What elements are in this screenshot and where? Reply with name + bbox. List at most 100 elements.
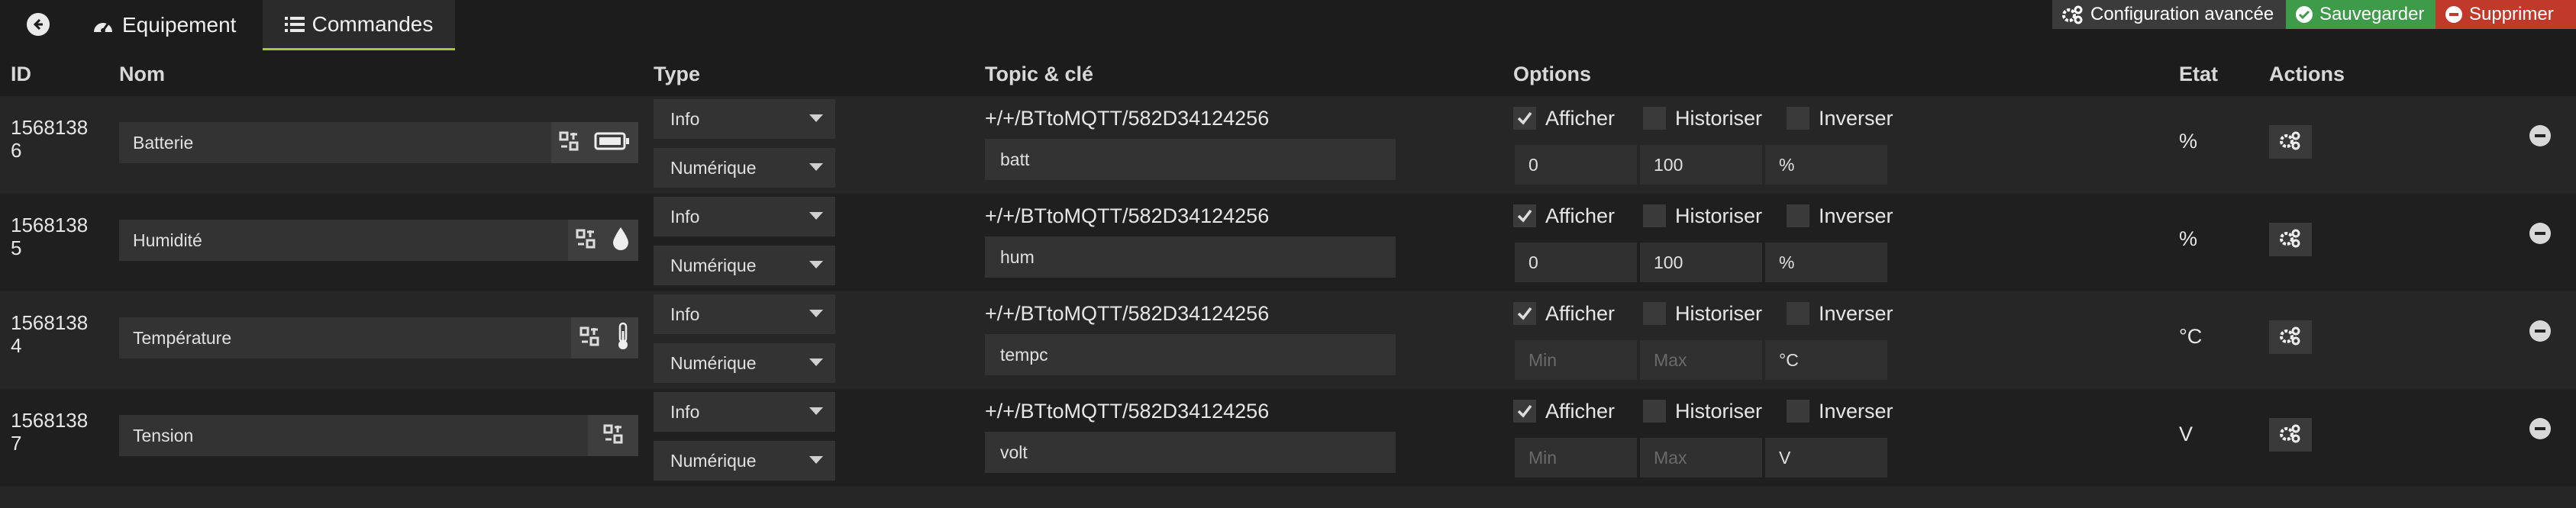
max-input[interactable]: 100 (1640, 145, 1762, 185)
checkbox-empty-icon[interactable] (1787, 107, 1809, 130)
subtype-select[interactable]: Numérique (654, 441, 835, 481)
battery-icon[interactable] (594, 131, 631, 155)
top-bar: Equipement Commandes Configuration avanc… (0, 0, 2576, 50)
option-historiser-label: Historiser (1675, 106, 1763, 130)
command-name-input[interactable]: Tension (119, 415, 588, 456)
max-input[interactable]: Max (1640, 340, 1762, 380)
caret-down-icon (809, 114, 823, 122)
generic-cmd-icon[interactable] (579, 326, 599, 350)
key-input[interactable]: tempc (985, 334, 1396, 375)
option-afficher[interactable]: Afficher (1513, 398, 1615, 424)
checkbox-checked-icon[interactable] (1513, 107, 1536, 130)
command-name-input[interactable]: Température (119, 317, 571, 358)
checkbox-checked-icon[interactable] (1513, 400, 1536, 423)
checkbox-empty-icon[interactable] (1643, 400, 1666, 423)
key-input[interactable]: hum (985, 236, 1396, 278)
type-select[interactable]: Info (654, 197, 835, 236)
command-name-input[interactable]: Batterie (119, 122, 551, 163)
subtype-select-value: Numérique (670, 352, 757, 373)
checkbox-checked-icon[interactable] (1513, 302, 1536, 325)
save-button[interactable]: Sauvegarder (2286, 0, 2436, 29)
remove-command-icon[interactable] (2529, 418, 2551, 439)
subtype-select[interactable]: Numérique (654, 246, 835, 285)
tab-equipement-label: Equipement (122, 13, 237, 37)
caret-down-icon (809, 456, 823, 464)
option-historiser[interactable]: Historiser (1643, 203, 1762, 229)
option-inverser-label: Inverser (1819, 106, 1893, 130)
key-input[interactable]: volt (985, 432, 1396, 473)
configure-command-button[interactable] (2269, 418, 2312, 452)
option-inverser[interactable]: Inverser (1787, 301, 1893, 326)
type-select-value: Info (670, 206, 700, 227)
back-button[interactable] (11, 5, 66, 44)
unit-input[interactable]: °C (1765, 340, 1887, 380)
configure-command-button[interactable] (2269, 125, 2312, 159)
option-historiser[interactable]: Historiser (1643, 301, 1762, 326)
option-historiser[interactable]: Historiser (1643, 105, 1762, 131)
type-select[interactable]: Info (654, 99, 835, 139)
option-afficher[interactable]: Afficher (1513, 203, 1615, 229)
option-afficher[interactable]: Afficher (1513, 105, 1615, 131)
tab-commandes[interactable]: Commandes (263, 0, 455, 50)
min-input[interactable]: 0 (1515, 243, 1637, 282)
caret-down-icon (809, 163, 823, 171)
row-id-line1: 1568138 (11, 311, 89, 334)
configure-command-button[interactable] (2269, 223, 2312, 256)
water-drop-icon[interactable] (611, 226, 631, 256)
checkbox-empty-icon[interactable] (1643, 204, 1666, 227)
command-name-input[interactable]: Humidité (119, 220, 568, 261)
option-inverser-label: Inverser (1819, 204, 1893, 227)
unit-input[interactable]: V (1765, 438, 1887, 477)
generic-cmd-icon[interactable] (576, 229, 596, 252)
option-afficher[interactable]: Afficher (1513, 301, 1615, 326)
subtype-select[interactable]: Numérique (654, 343, 835, 383)
row-id-line1: 1568138 (11, 409, 89, 432)
option-inverser[interactable]: Inverser (1787, 398, 1893, 424)
thermometer-icon[interactable] (615, 322, 631, 355)
option-inverser-label: Inverser (1819, 399, 1893, 423)
type-select-value: Info (670, 401, 700, 422)
key-input[interactable]: batt (985, 139, 1396, 180)
unit-input[interactable]: % (1765, 145, 1887, 185)
save-label: Sauvegarder (2319, 4, 2425, 24)
option-inverser[interactable]: Inverser (1787, 105, 1893, 131)
table-row: 1568138 7 Tension Info Numérique +/+/BTt… (0, 389, 2576, 487)
max-input[interactable]: 100 (1640, 243, 1762, 282)
cogs-icon (2061, 5, 2084, 24)
min-input[interactable]: 0 (1515, 145, 1637, 185)
remove-command-icon[interactable] (2529, 320, 2551, 342)
checkbox-empty-icon[interactable] (1787, 204, 1809, 227)
checkbox-empty-icon[interactable] (1787, 400, 1809, 423)
subtype-select[interactable]: Numérique (654, 148, 835, 188)
option-historiser-label: Historiser (1675, 301, 1763, 325)
unit-input[interactable]: % (1765, 243, 1887, 282)
tab-commandes-label: Commandes (312, 11, 434, 36)
checkbox-empty-icon[interactable] (1643, 107, 1666, 130)
checkbox-empty-icon[interactable] (1787, 302, 1809, 325)
subtype-select-value: Numérique (670, 255, 757, 275)
remove-command-icon[interactable] (2529, 125, 2551, 146)
cogs-icon (2279, 130, 2302, 154)
checkbox-checked-icon[interactable] (1513, 204, 1536, 227)
type-select[interactable]: Info (654, 294, 835, 334)
column-header-id: ID (11, 62, 31, 85)
generic-cmd-icon[interactable] (559, 131, 579, 155)
type-select[interactable]: Info (654, 392, 835, 432)
remove-command-icon[interactable] (2529, 223, 2551, 244)
generic-cmd-icon[interactable] (603, 424, 623, 448)
row-id: 1568138 4 (11, 311, 102, 357)
topic-text: +/+/BTtoMQTT/582D34124256 (985, 302, 1270, 325)
min-input[interactable]: Min (1515, 340, 1637, 380)
tab-equipement[interactable]: Equipement (92, 0, 236, 50)
subtype-select-value: Numérique (670, 450, 757, 471)
max-input[interactable]: Max (1640, 438, 1762, 477)
tachometer-icon (92, 15, 115, 35)
option-historiser[interactable]: Historiser (1643, 398, 1762, 424)
configure-command-button[interactable] (2269, 320, 2312, 354)
checkbox-empty-icon[interactable] (1643, 302, 1666, 325)
option-inverser[interactable]: Inverser (1787, 203, 1893, 229)
table-row: 1568138 5 Humidité Info Numérique +/+/BT… (0, 194, 2576, 291)
config-avancee-button[interactable]: Configuration avancée (2052, 0, 2286, 29)
delete-button[interactable]: Supprimer (2436, 0, 2576, 29)
min-input[interactable]: Min (1515, 438, 1637, 477)
